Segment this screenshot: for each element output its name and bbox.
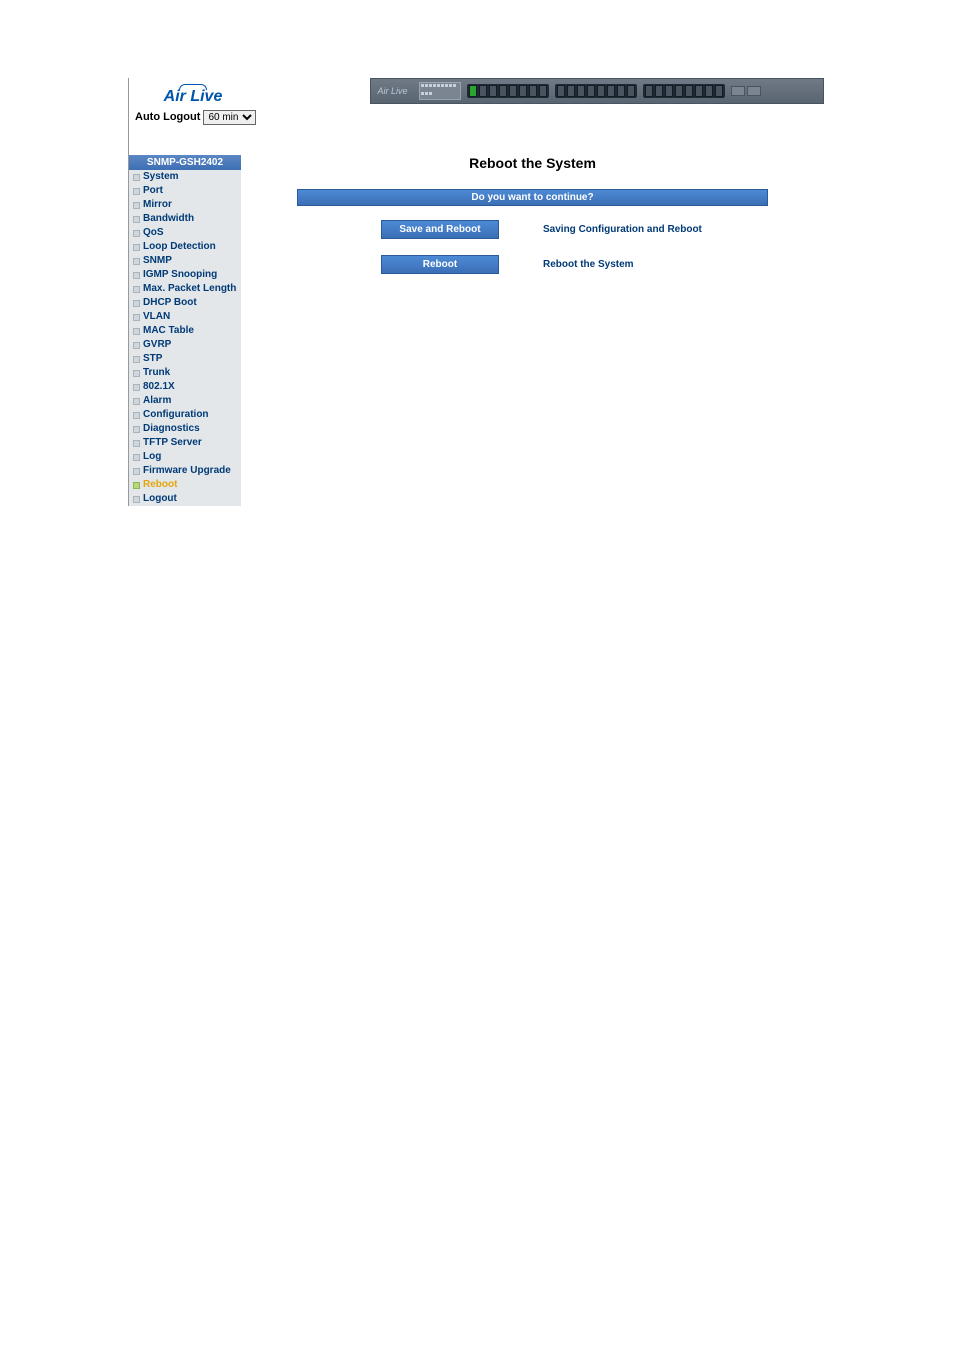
nav-bandwidth[interactable]: Bandwidth: [129, 212, 241, 226]
save-and-reboot-desc: Saving Configuration and Reboot: [543, 224, 702, 235]
reboot-button[interactable]: Reboot: [381, 255, 499, 274]
port-block-1: [467, 84, 549, 98]
sidebar-header: SNMP-GSH2402: [129, 155, 241, 170]
nav-mac-table[interactable]: MAC Table: [129, 324, 241, 338]
nav-configuration[interactable]: Configuration: [129, 408, 241, 422]
nav-alarm[interactable]: Alarm: [129, 394, 241, 408]
port-block-3: [643, 84, 725, 98]
confirm-prompt: Do you want to continue?: [297, 189, 768, 206]
nav-firmware-upgrade[interactable]: Firmware Upgrade: [129, 464, 241, 478]
save-and-reboot-button[interactable]: Save and Reboot: [381, 220, 499, 239]
sfp-slots: [731, 86, 761, 96]
page-title: Reboot the System: [241, 155, 824, 171]
nav-reboot[interactable]: Reboot: [129, 478, 241, 492]
brand-logo: Air Live: [129, 78, 257, 108]
nav-vlan[interactable]: VLAN: [129, 310, 241, 324]
status-led-panel: [419, 82, 461, 100]
nav-8021x[interactable]: 802.1X: [129, 380, 241, 394]
nav-port[interactable]: Port: [129, 184, 241, 198]
nav-log[interactable]: Log: [129, 450, 241, 464]
nav-trunk[interactable]: Trunk: [129, 366, 241, 380]
nav-diagnostics[interactable]: Diagnostics: [129, 422, 241, 436]
sidebar: SNMP-GSH2402 System Port Mirror Bandwidt…: [129, 155, 241, 506]
banner-brand-text: Air Live: [377, 86, 413, 96]
port-block-2: [555, 84, 637, 98]
nav-tftp-server[interactable]: TFTP Server: [129, 436, 241, 450]
nav-gvrp[interactable]: GVRP: [129, 338, 241, 352]
nav-snmp[interactable]: SNMP: [129, 254, 241, 268]
nav-loop-detection[interactable]: Loop Detection: [129, 240, 241, 254]
nav-stp[interactable]: STP: [129, 352, 241, 366]
auto-logout-label: Auto Logout: [135, 111, 200, 123]
nav-qos[interactable]: QoS: [129, 226, 241, 240]
auto-logout-select[interactable]: 60 min: [203, 110, 256, 125]
device-banner: Air Live: [370, 78, 824, 104]
reboot-desc: Reboot the System: [543, 259, 634, 270]
nav-igmp-snooping[interactable]: IGMP Snooping: [129, 268, 241, 282]
nav-system[interactable]: System: [129, 170, 241, 184]
nav-dhcp-boot[interactable]: DHCP Boot: [129, 296, 241, 310]
nav-mirror[interactable]: Mirror: [129, 198, 241, 212]
nav-max-packet-length[interactable]: Max. Packet Length: [129, 282, 241, 296]
nav-logout[interactable]: Logout: [129, 492, 241, 506]
